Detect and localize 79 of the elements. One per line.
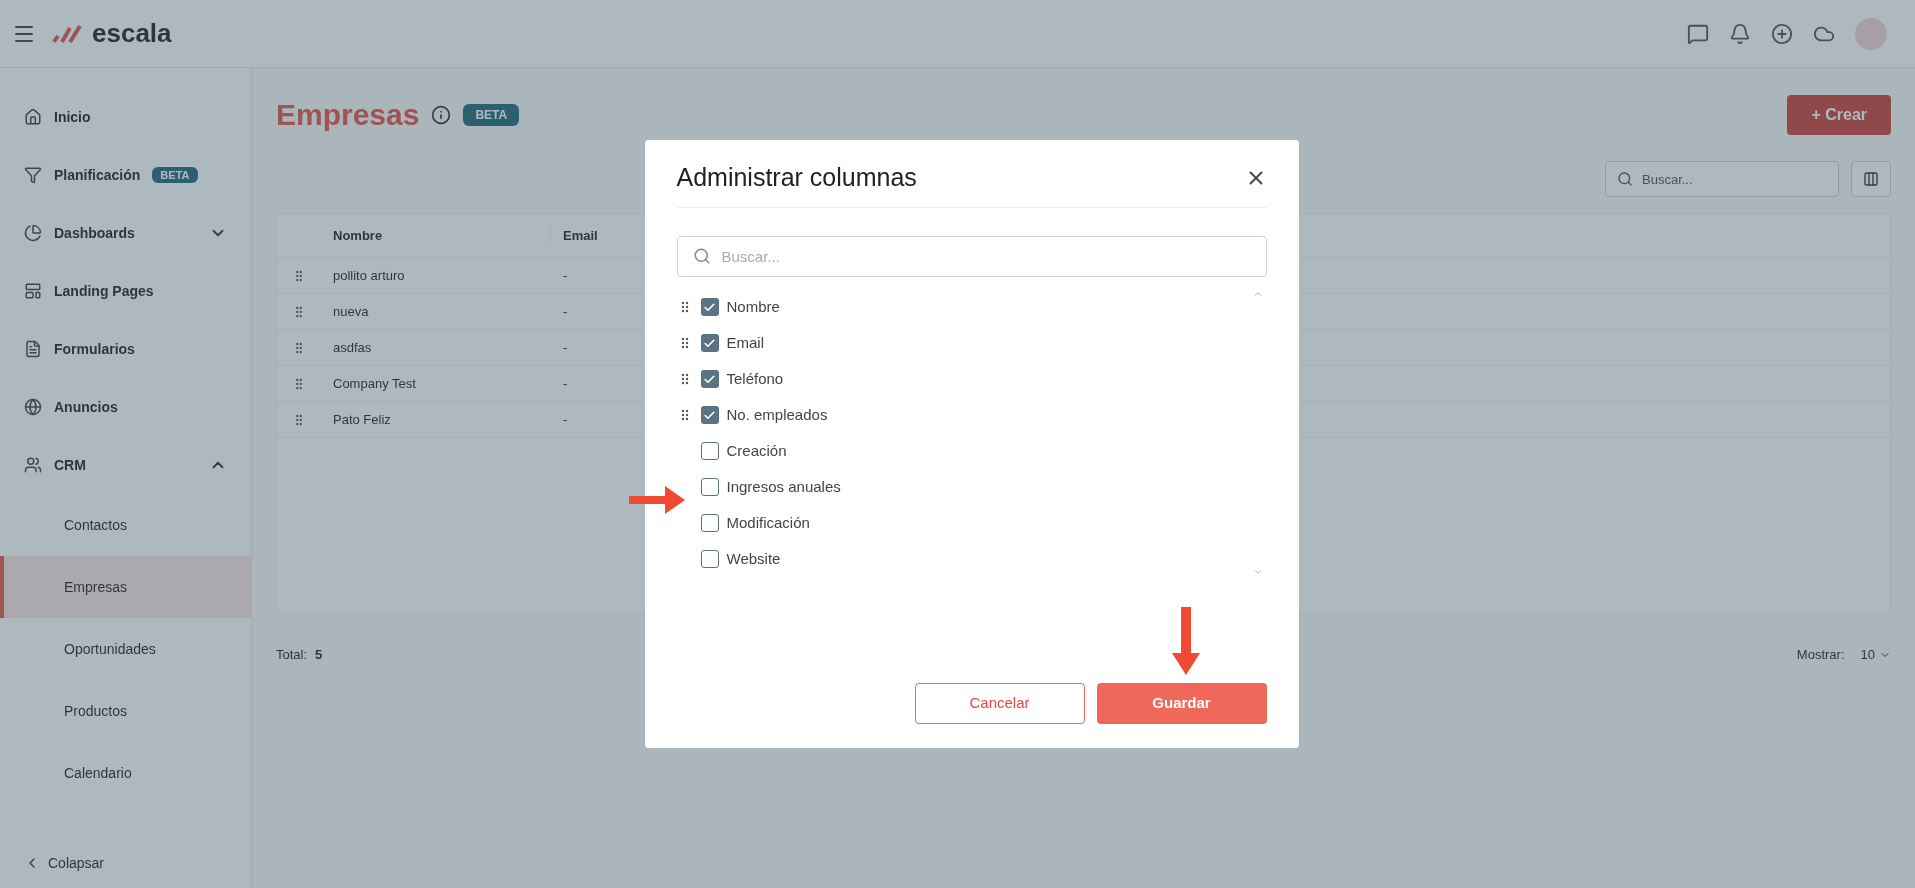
checkbox[interactable] bbox=[700, 442, 719, 460]
total-count: 5 bbox=[315, 646, 323, 664]
sidebar-item[interactable]: Anuncios bbox=[0, 378, 251, 436]
table-cell-text: pollito arturo bbox=[332, 266, 406, 285]
dialog-title: Administrar columnas bbox=[676, 161, 917, 193]
show-label: Mostrar: bbox=[1796, 646, 1845, 664]
collapse-link[interactable]: Colapsar bbox=[48, 852, 105, 874]
sidebar-subitem[interactable]: Oportunidades bbox=[0, 618, 251, 680]
checkbox[interactable] bbox=[700, 406, 719, 424]
pie-chart-icon bbox=[24, 224, 42, 242]
checkbox[interactable] bbox=[700, 514, 719, 532]
beta-badge: BETA bbox=[463, 103, 520, 126]
sidebar-subitem[interactable]: Calendario bbox=[0, 742, 251, 804]
column-label: Teléfono bbox=[726, 368, 784, 389]
add-icon[interactable] bbox=[1771, 22, 1793, 45]
checkbox[interactable] bbox=[700, 370, 719, 388]
create-button[interactable]: + Crear bbox=[1787, 94, 1891, 135]
chat-icon[interactable] bbox=[1687, 22, 1709, 45]
column-header: Email bbox=[562, 226, 599, 245]
checkbox[interactable] bbox=[700, 334, 719, 352]
column-label: Ingresos anuales bbox=[726, 476, 841, 497]
funnel-icon bbox=[24, 166, 42, 184]
checkbox[interactable] bbox=[700, 550, 719, 568]
column-label: Website bbox=[726, 548, 781, 569]
check-icon bbox=[703, 372, 716, 386]
page-size-select[interactable]: 10 bbox=[1860, 645, 1875, 665]
sidebar-item[interactable]: Inicio bbox=[0, 88, 251, 146]
column-label: Creación bbox=[726, 440, 787, 461]
sidebar-item[interactable]: Landing Pages bbox=[0, 262, 251, 320]
drag-handle-icon[interactable] bbox=[680, 373, 689, 385]
table-cell-text: nueva bbox=[332, 302, 370, 321]
column-label: Nombre bbox=[726, 296, 780, 317]
columns-icon bbox=[1863, 171, 1879, 187]
table-cell-text: Company Test bbox=[332, 374, 417, 393]
info-icon[interactable] bbox=[431, 104, 452, 125]
sidebar-item[interactable]: Formularios bbox=[0, 320, 251, 378]
table-cell-text: asdfas bbox=[332, 338, 373, 357]
beta-badge: BETA bbox=[152, 166, 198, 184]
search-icon bbox=[692, 247, 711, 265]
column-label: Modificación bbox=[726, 512, 810, 533]
sidebar-item[interactable]: CRM bbox=[0, 436, 251, 494]
document-icon bbox=[24, 340, 42, 358]
annotation-arrow bbox=[628, 486, 685, 514]
sidebar-subitem[interactable]: Empresas bbox=[0, 556, 251, 618]
sidebar-subitem[interactable]: Contactos bbox=[0, 494, 251, 556]
search-field[interactable]: Buscar... bbox=[676, 236, 1267, 277]
sidebar-item[interactable]: Planificación BETA bbox=[0, 146, 251, 204]
table-cell-text: - bbox=[562, 302, 569, 321]
page-title: Empresas bbox=[276, 97, 420, 133]
home-icon bbox=[24, 108, 42, 126]
notification-icon[interactable] bbox=[1729, 22, 1751, 45]
drag-handle-icon[interactable] bbox=[680, 301, 689, 313]
columns-button[interactable] bbox=[1851, 161, 1891, 197]
table-cell-text: - bbox=[562, 338, 569, 357]
table-cell-text: - bbox=[562, 410, 569, 429]
table-cell-text: - bbox=[562, 374, 569, 393]
cancel-button[interactable]: Cancelar bbox=[914, 683, 1085, 724]
logo-text: escala bbox=[92, 17, 172, 50]
globe-icon bbox=[24, 398, 42, 416]
sidebar-item[interactable]: Dashboards bbox=[0, 204, 251, 262]
check-icon bbox=[703, 408, 716, 422]
checkbox[interactable] bbox=[700, 478, 719, 496]
table-cell-text: - bbox=[562, 266, 569, 285]
check-icon bbox=[703, 336, 716, 350]
column-label: Email bbox=[726, 332, 764, 353]
layout-icon bbox=[24, 282, 42, 300]
column-header: Nombre bbox=[321, 225, 551, 246]
search-field[interactable]: Buscar... bbox=[1605, 161, 1839, 197]
sidebar-subitem[interactable]: Productos bbox=[0, 680, 251, 742]
drag-handle-icon[interactable] bbox=[680, 409, 689, 421]
drag-handle-icon[interactable] bbox=[680, 337, 689, 349]
checkbox[interactable] bbox=[700, 298, 719, 316]
check-icon bbox=[703, 300, 716, 314]
column-label: No. empleados bbox=[726, 404, 828, 425]
table-cell-text: Pato Feliz bbox=[332, 410, 392, 429]
users-icon bbox=[24, 456, 42, 474]
search-icon bbox=[1617, 171, 1633, 187]
total-label: Total: bbox=[276, 646, 308, 664]
annotation-arrow bbox=[1171, 607, 1200, 675]
